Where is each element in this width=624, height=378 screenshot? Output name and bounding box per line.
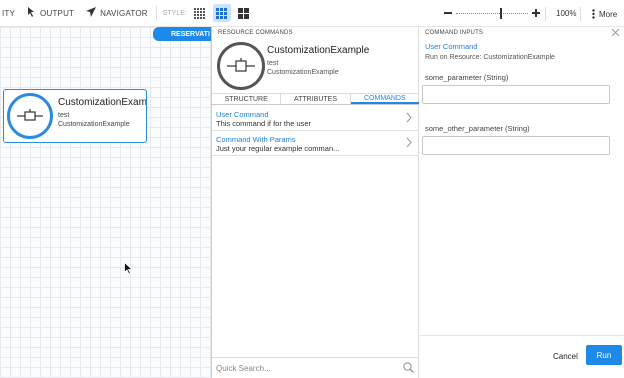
command-inputs-header: COMMAND INPUTS	[425, 30, 484, 36]
component-icon	[227, 58, 255, 72]
command-description: This command if for the user	[216, 119, 312, 128]
resource-tabs: STRUCTURE ATTRIBUTES COMMANDS	[212, 93, 419, 105]
toolbar-divider	[580, 7, 581, 21]
zoom-out-button[interactable]	[444, 9, 452, 19]
resource-icon	[217, 42, 265, 90]
chevron-right-icon	[406, 137, 412, 148]
resource-name: CustomizationExam...	[58, 97, 146, 108]
top-toolbar: ITY OUTPUT NAVIGATOR STYLE: 100% More	[0, 0, 624, 27]
grid-small-icon	[194, 7, 206, 19]
resource-commands-header: RESOURCE COMMANDS	[218, 30, 293, 36]
command-item[interactable]: User Command This command if for the use…	[212, 107, 419, 131]
zoom-slider[interactable]	[456, 7, 528, 19]
resource-card[interactable]: CustomizationExam... test CustomizationE…	[3, 89, 147, 143]
resource-commands-panel: RESOURCE COMMANDS CustomizationExample t…	[211, 27, 419, 378]
reservation-tab-label: RESERVATI	[171, 30, 210, 38]
grid-medium-icon	[216, 7, 228, 19]
minus-icon	[444, 11, 452, 14]
navigator-label: NAVIGATOR	[100, 8, 148, 18]
close-icon[interactable]	[611, 28, 620, 37]
vertical-ellipsis-icon	[592, 9, 595, 19]
command-inputs-footer: Cancel Run	[420, 335, 624, 378]
toolbar-ity-item[interactable]: ITY	[0, 0, 17, 27]
command-title: User Command	[425, 42, 478, 51]
zoom-percent[interactable]: 100%	[556, 9, 576, 18]
output-button[interactable]: OUTPUT	[25, 0, 76, 27]
search-icon[interactable]	[403, 362, 414, 373]
resource-line2: CustomizationExample	[58, 121, 130, 128]
toolbar-divider	[155, 6, 157, 20]
command-title: Command With Params	[216, 135, 296, 144]
command-description: Just your regular example comman...	[216, 144, 340, 153]
resource-icon	[7, 93, 53, 139]
zoom-control	[444, 0, 540, 27]
param-label: some_parameter (String)	[425, 73, 509, 82]
some-parameter-field[interactable]	[422, 85, 610, 104]
run-button[interactable]: Run	[586, 345, 622, 365]
output-cursor-icon	[27, 7, 36, 19]
resource-line1: test	[58, 112, 70, 119]
tab-attributes[interactable]: ATTRIBUTES	[281, 94, 351, 104]
resource-line1: test	[267, 60, 279, 67]
resource-line2: CustomizationExample	[267, 69, 339, 76]
zoom-in-button[interactable]	[532, 8, 540, 19]
command-inputs-panel: COMMAND INPUTS User Command Run on Resou…	[420, 27, 624, 378]
style-label: STYLE:	[162, 9, 187, 17]
navigator-button[interactable]: NAVIGATOR	[84, 0, 150, 27]
some-other-parameter-field[interactable]	[422, 136, 610, 155]
plus-icon	[532, 8, 540, 17]
command-run-target: Run on Resource: CustomizationExample	[425, 54, 555, 61]
style-grid-medium-button[interactable]	[212, 4, 231, 22]
diagram-canvas[interactable]	[0, 27, 212, 378]
param-label: some_other_parameter (String)	[425, 124, 530, 133]
toolbar-divider	[545, 7, 546, 21]
cancel-button[interactable]: Cancel	[553, 352, 578, 361]
component-icon	[17, 109, 43, 121]
ity-label: ITY	[2, 8, 16, 18]
style-grid-large-button[interactable]	[235, 4, 253, 22]
resource-name: CustomizationExample	[267, 45, 370, 56]
command-title: User Command	[216, 110, 269, 119]
mouse-cursor-icon	[124, 261, 134, 280]
chevron-right-icon	[406, 112, 412, 123]
tab-commands[interactable]: COMMANDS	[350, 94, 419, 104]
quick-search-bar	[212, 357, 419, 378]
quick-search-input[interactable]	[216, 361, 396, 375]
zoom-slider-handle[interactable]	[500, 7, 502, 19]
more-label: More	[599, 9, 618, 19]
more-button[interactable]: More	[592, 9, 617, 19]
output-label: OUTPUT	[40, 8, 75, 18]
tab-structure[interactable]: STRUCTURE	[212, 94, 282, 104]
navigator-arrow-icon	[86, 7, 97, 19]
reservation-tab[interactable]: RESERVATI	[153, 27, 215, 41]
command-item[interactable]: Command With Params Just your regular ex…	[212, 132, 419, 156]
style-grid-small-button[interactable]	[191, 4, 209, 22]
grid-large-icon	[238, 7, 250, 19]
